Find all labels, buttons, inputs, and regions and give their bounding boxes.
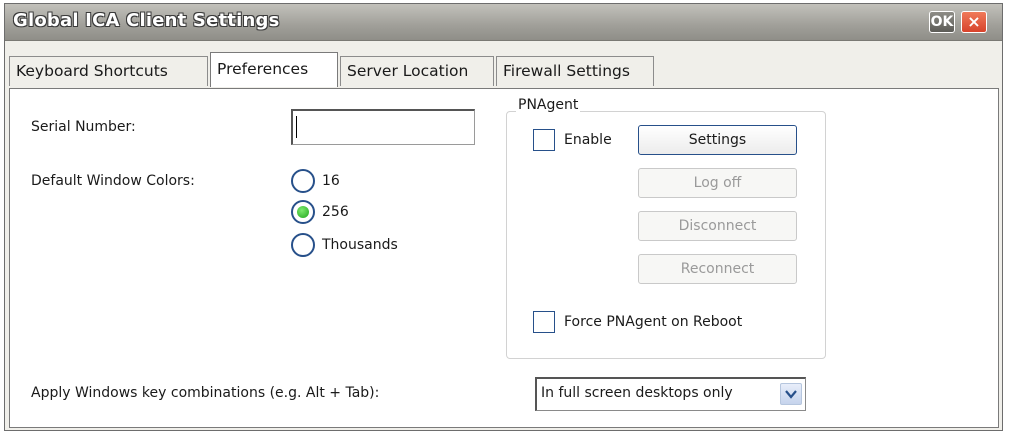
key-combinations-value: In full screen desktops only xyxy=(541,385,733,401)
radio-thousands[interactable] xyxy=(291,233,315,257)
ok-button[interactable]: OK xyxy=(929,11,955,33)
serial-number-input[interactable] xyxy=(291,109,475,145)
disconnect-button[interactable]: Disconnect xyxy=(638,211,797,241)
serial-number-label: Serial Number: xyxy=(31,119,136,135)
tab-preferences[interactable]: Preferences xyxy=(210,52,338,87)
radio-256-label: 256 xyxy=(322,204,349,220)
enable-checkbox[interactable] xyxy=(533,129,555,151)
log-off-button[interactable]: Log off xyxy=(638,168,797,198)
radio-selected-dot xyxy=(297,206,309,218)
tab-firewall-settings[interactable]: Firewall Settings xyxy=(496,56,654,86)
key-combinations-select[interactable]: In full screen desktops only xyxy=(535,377,806,411)
preferences-panel: Serial Number: Default Window Colors: 16… xyxy=(9,88,999,428)
tab-server-location[interactable]: Server Location xyxy=(340,56,494,86)
key-combinations-label: Apply Windows key combinations (e.g. Alt… xyxy=(31,385,380,401)
settings-button[interactable]: Settings xyxy=(638,125,797,155)
close-icon[interactable]: × xyxy=(961,11,987,33)
reconnect-button[interactable]: Reconnect xyxy=(638,254,797,284)
force-pnagent-label: Force PNAgent on Reboot xyxy=(564,314,743,330)
radio-16-label: 16 xyxy=(322,173,340,189)
title-bar[interactable]: Global ICA Client Settings OK × xyxy=(5,4,1002,41)
radio-16[interactable] xyxy=(291,169,315,193)
pnagent-group-title: PNAgent xyxy=(516,97,581,113)
text-caret xyxy=(296,116,297,138)
window-title: Global ICA Client Settings xyxy=(13,10,280,31)
tab-keyboard-shortcuts[interactable]: Keyboard Shortcuts xyxy=(9,56,208,86)
radio-thousands-label: Thousands xyxy=(322,237,398,253)
radio-256[interactable] xyxy=(291,200,315,224)
enable-label: Enable xyxy=(564,132,612,148)
chevron-down-icon[interactable] xyxy=(780,383,802,405)
dialog-window: Global ICA Client Settings OK × Keyboard… xyxy=(4,3,1003,431)
window-colors-label: Default Window Colors: xyxy=(31,173,195,189)
force-pnagent-checkbox[interactable] xyxy=(533,311,555,333)
